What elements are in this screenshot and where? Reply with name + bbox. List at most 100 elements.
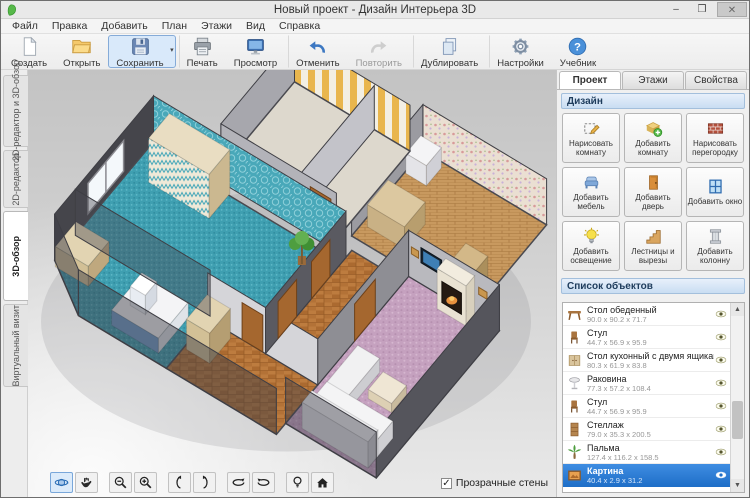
object-list-item[interactable]: Раковина 77.3 x 57.2 x 108.4 [563, 372, 730, 395]
object-name: Стул [587, 328, 714, 338]
checkbox-icon[interactable]: ✓ [441, 478, 452, 489]
close-button[interactable]: ✕ [717, 2, 747, 17]
visibility-toggle-icon[interactable] [714, 468, 728, 482]
panel-tab[interactable]: Свойства [685, 71, 747, 89]
visibility-toggle-icon[interactable] [714, 399, 728, 413]
maximize-button[interactable]: ❒ [691, 2, 713, 17]
design-tool-label: Добавить дверь [625, 194, 681, 212]
object-list-item[interactable]: Пальма 127.4 x 116.2 x 158.5 [563, 441, 730, 464]
object-dimensions: 79.0 x 35.3 x 200.5 [587, 430, 714, 439]
object-name: Стол обеденный [587, 305, 714, 315]
scrollbar-thumb[interactable] [732, 401, 743, 439]
design-tool-label: Лестницы и вырезы [625, 248, 681, 266]
panel-tab[interactable]: Проект [559, 71, 621, 89]
toolbar-button-label: Отменить [296, 58, 339, 69]
visibility-toggle-icon[interactable] [714, 330, 728, 344]
viewport-tool-button[interactable] [193, 472, 216, 493]
design-tool-icon [706, 119, 725, 138]
object-name: Картина [587, 466, 714, 476]
viewport-tool-button[interactable] [134, 472, 157, 493]
design-tool-button[interactable]: Добавить мебель [562, 167, 620, 217]
menu-item[interactable]: Добавить [94, 20, 154, 32]
object-thumbnail-icon [566, 329, 583, 346]
object-dimensions: 90.0 x 90.2 x 71.7 [587, 315, 714, 324]
view-mode-tab[interactable]: Виртуальный визит [3, 304, 28, 387]
visibility-toggle-icon[interactable] [714, 353, 728, 367]
object-thumbnail-icon [566, 375, 583, 392]
toolbar-button[interactable]: Настройки [489, 35, 552, 68]
object-dimensions: 127.4 x 116.2 x 158.5 [587, 453, 714, 462]
3d-scene[interactable] [28, 70, 558, 497]
design-tools-grid: Нарисовать комнату Добавить комнату Нари… [557, 111, 749, 275]
object-list-item[interactable]: Стол обеденный 90.0 x 90.2 x 71.7 [563, 303, 730, 326]
menu-item[interactable]: План [155, 20, 194, 32]
viewport-tool-button[interactable] [75, 472, 98, 493]
viewport-tool-button[interactable] [50, 472, 73, 493]
visibility-toggle-icon[interactable] [714, 491, 728, 492]
visibility-toggle-icon[interactable] [714, 376, 728, 390]
view-mode-tab[interactable]: 3D-обзор [3, 211, 28, 301]
minimize-button[interactable]: – [665, 2, 687, 17]
design-tool-button[interactable]: Добавить окно [686, 167, 744, 217]
viewport-tool-button[interactable] [286, 472, 309, 493]
visibility-toggle-icon[interactable] [714, 307, 728, 321]
object-list-item[interactable]: Картина 40.4 x 2.9 x 31.2 [563, 464, 730, 487]
scroll-up-arrow-icon[interactable]: ▲ [731, 303, 744, 316]
view-mode-tab[interactable]: 2D-редактор [3, 150, 28, 208]
viewport-tool-button[interactable] [168, 472, 191, 493]
menu-item[interactable]: Правка [45, 20, 94, 32]
viewport-tool-icon [290, 475, 305, 490]
object-list-scrollbar[interactable]: ▲ ▼ [730, 303, 744, 492]
menu-item[interactable]: Вид [239, 20, 272, 32]
view-mode-tab[interactable]: 2D-редактор и 3D-обзор [3, 75, 28, 147]
viewport-tool-icon [197, 475, 212, 490]
object-list-item[interactable]: Стул 44.7 x 56.9 x 95.9 [563, 395, 730, 418]
object-thumbnail-icon [566, 444, 583, 461]
design-tool-icon [582, 227, 601, 246]
viewport-tool-button[interactable] [227, 472, 250, 493]
object-dimensions: 77.3 x 57.2 x 108.4 [587, 384, 714, 393]
viewport-tool-button[interactable] [109, 472, 132, 493]
object-thumbnail-icon [566, 490, 583, 493]
object-list-item[interactable]: Стеллаж 79.0 x 35.3 x 200.5 [563, 418, 730, 441]
object-thumbnail-icon [566, 352, 583, 369]
viewport-tool-icon [172, 475, 187, 490]
design-tool-button[interactable]: Нарисовать перегородку [686, 113, 744, 163]
design-tool-button[interactable]: Нарисовать комнату [562, 113, 620, 163]
objects-section-header: Список объектов [561, 278, 745, 294]
viewport-tool-button[interactable] [252, 472, 275, 493]
toolbar-button[interactable]: ? Учебник [552, 35, 604, 68]
menu-item[interactable]: Этажи [194, 20, 239, 32]
object-list-item[interactable]: Стул 44.7 x 56.9 x 95.9 [563, 326, 730, 349]
design-tool-button[interactable]: Добавить комнату [624, 113, 682, 163]
design-tool-button[interactable]: Добавить колонну [686, 221, 744, 271]
design-tool-button[interactable]: Добавить дверь [624, 167, 682, 217]
toolbar-button[interactable]: Повторить [348, 35, 410, 68]
object-list-item[interactable]: Стол кухонный с двумя ящиками 80.3 x 61.… [563, 349, 730, 372]
toolbar-button-icon [71, 36, 92, 57]
svg-text:?: ? [574, 41, 581, 53]
viewport-tool-button[interactable] [311, 472, 334, 493]
toolbar-button[interactable]: Открыть [55, 35, 108, 68]
menu-item[interactable]: Файл [5, 20, 45, 32]
design-tool-label: Нарисовать комнату [563, 140, 619, 158]
toolbar-button[interactable]: Печать [179, 35, 226, 68]
view-mode-tab-label: 2D-редактор [11, 153, 21, 206]
toolbar-button[interactable]: Просмотр [226, 35, 285, 68]
panel-tab[interactable]: Этажи [622, 71, 684, 89]
design-tool-label: Добавить колонну [687, 248, 743, 266]
visibility-toggle-icon[interactable] [714, 422, 728, 436]
object-list-item[interactable]: Картина [563, 487, 730, 492]
toolbar-button[interactable]: Дублировать [413, 35, 486, 68]
toolbar-button[interactable]: Отменить [288, 35, 347, 68]
design-tool-button[interactable]: Лестницы и вырезы [624, 221, 682, 271]
design-tool-button[interactable]: Добавить освещение [562, 221, 620, 271]
visibility-toggle-icon[interactable] [714, 445, 728, 459]
scroll-down-arrow-icon[interactable]: ▼ [731, 479, 744, 492]
design-tool-icon [644, 173, 663, 192]
dropdown-caret-icon[interactable]: ▾ [170, 46, 174, 54]
toolbar-button[interactable]: Сохранить ▾ [108, 35, 175, 68]
menu-item[interactable]: Справка [272, 20, 327, 32]
design-tool-icon [582, 173, 601, 192]
transparent-walls-checkbox[interactable]: ✓ Прозрачные стены [441, 477, 548, 489]
